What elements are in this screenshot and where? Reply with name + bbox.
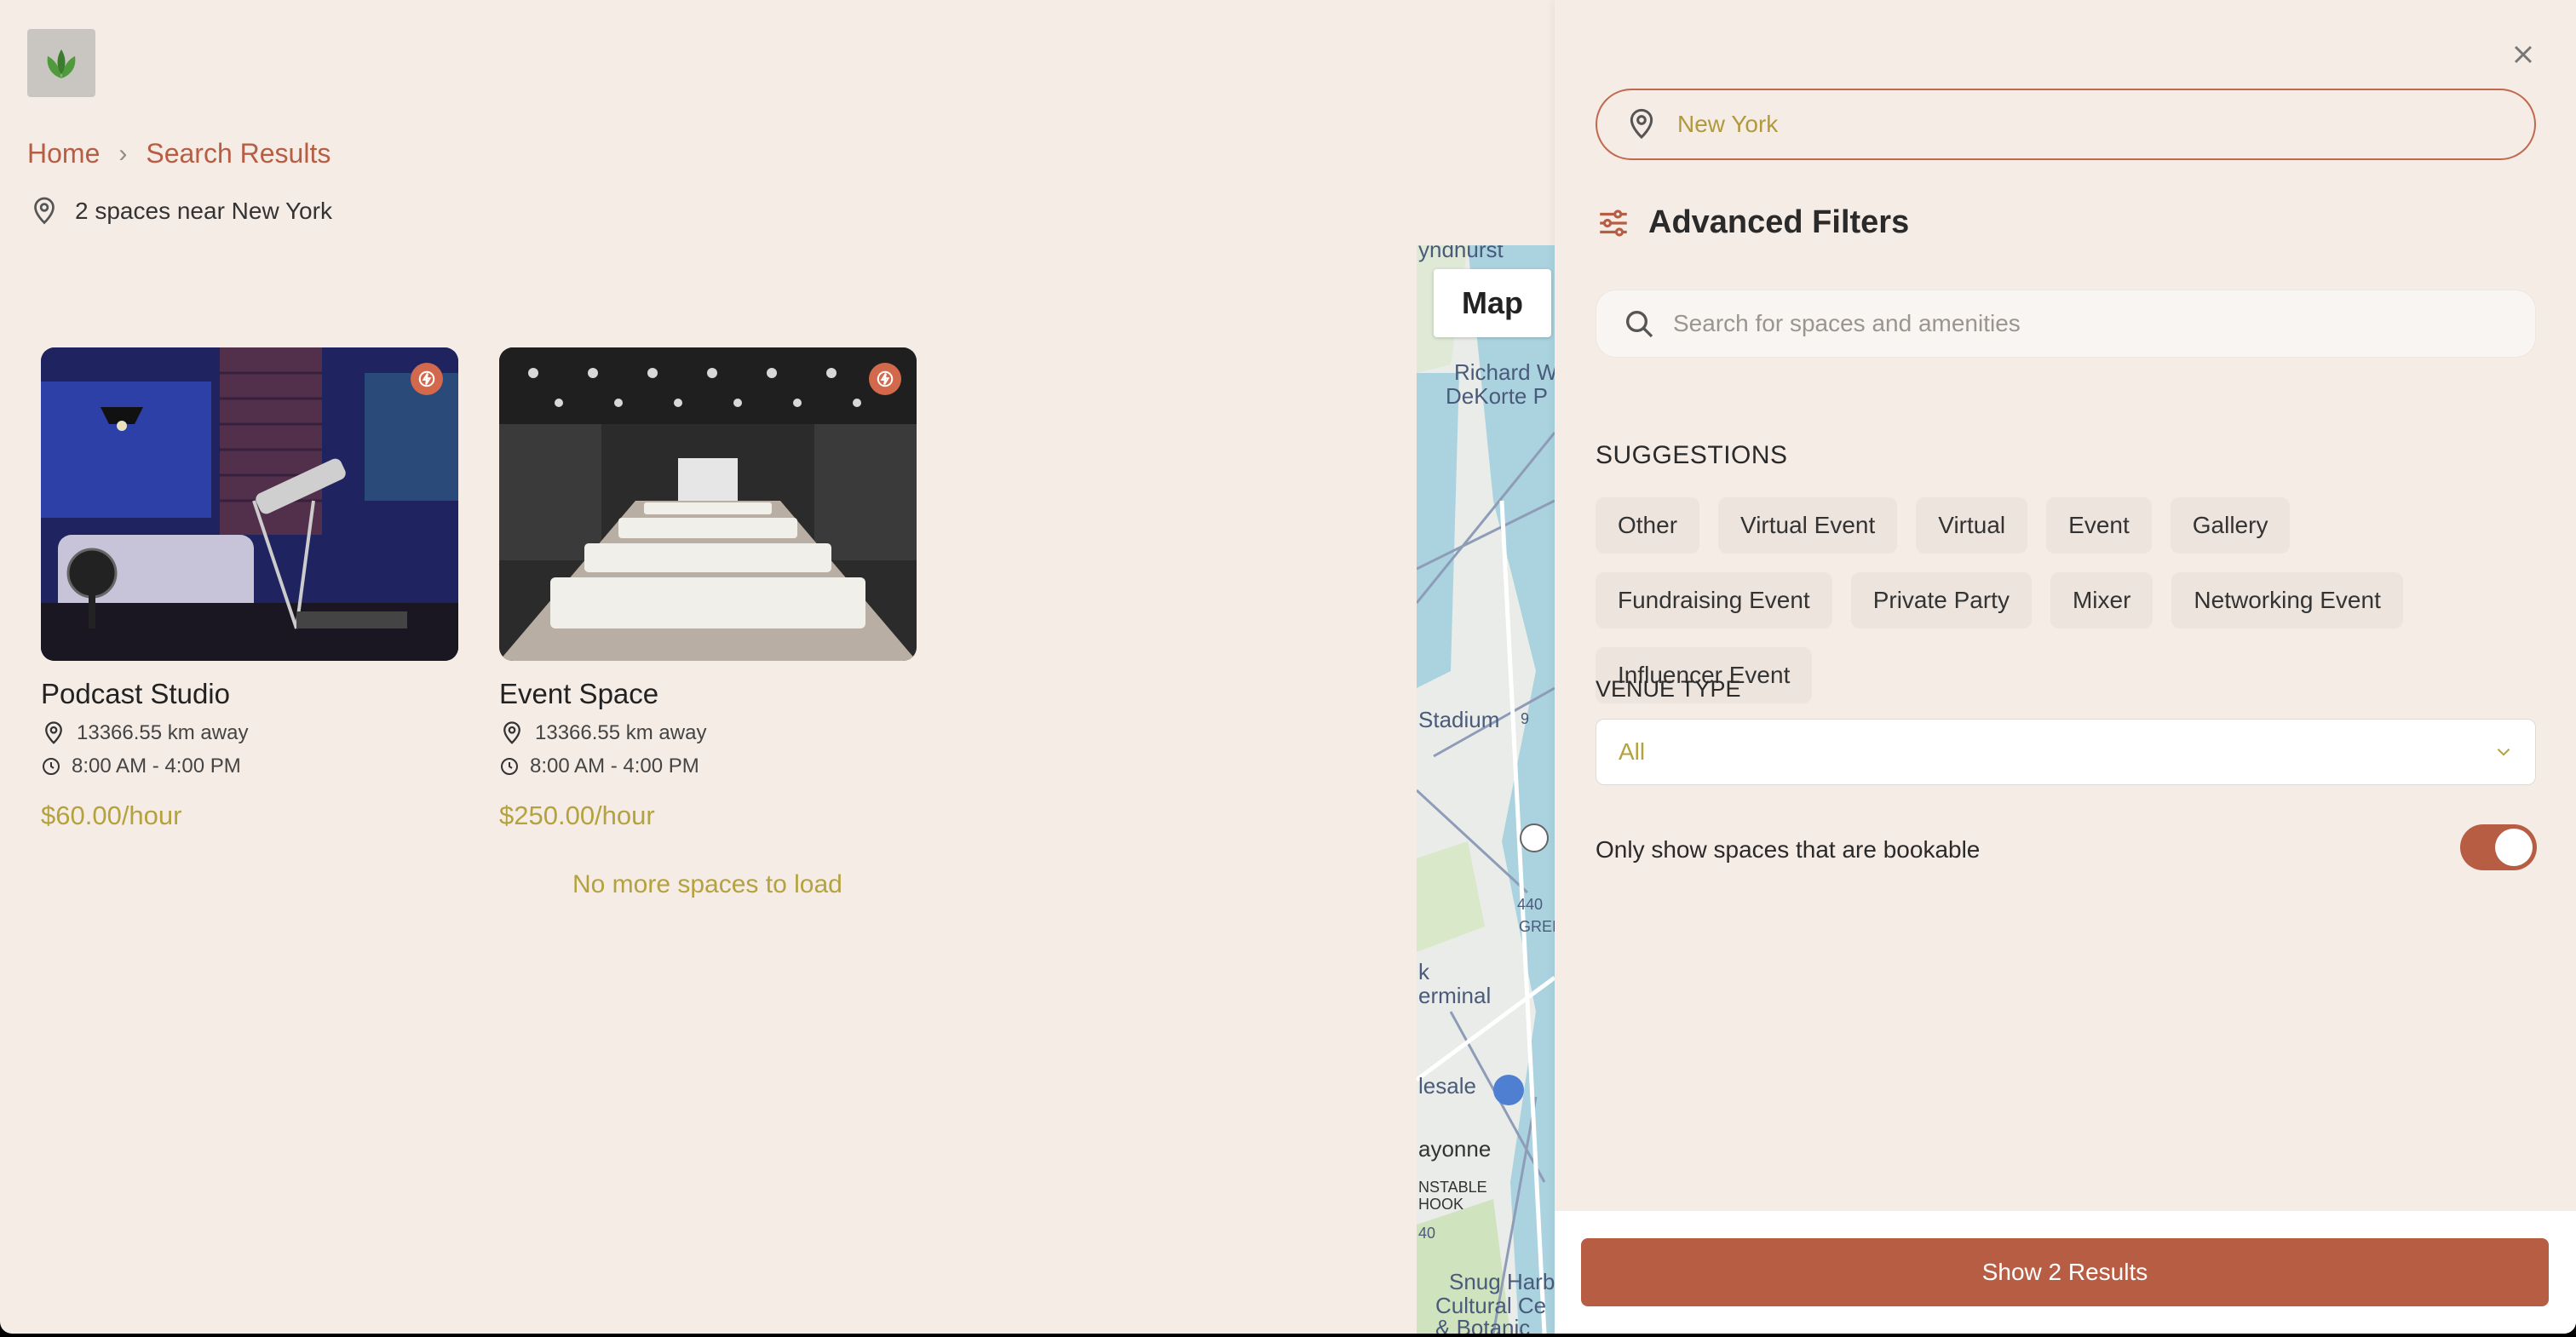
map-label: Snug Harb [1449, 1269, 1555, 1294]
map-canvas: yndhurst Richard W DeKorte P Stadium 9 4… [1417, 245, 1555, 1334]
suggestion-chip[interactable]: Other [1596, 497, 1700, 554]
instant-book-icon [411, 363, 443, 395]
space-price: $60.00/hour [41, 800, 182, 830]
space-hours: 8:00 AM - 4:00 PM [41, 755, 458, 778]
map-label: DeKorte P [1446, 383, 1548, 409]
toggle-knob [2495, 829, 2533, 866]
logo[interactable] [27, 29, 95, 97]
space-title[interactable]: Podcast Studio [41, 678, 458, 710]
results-summary: 2 spaces near New York [29, 196, 332, 227]
suggestion-chip[interactable]: Gallery [2170, 497, 2291, 554]
chevron-right-icon: › [118, 139, 128, 168]
location-pin-icon [1630, 108, 1653, 140]
sliders-icon [1600, 209, 1627, 237]
map-label: 40 [1418, 1225, 1435, 1242]
space-card[interactable]: Event Space 13366.55 km away 8:00 AM - 4… [499, 347, 917, 831]
suggestion-chip[interactable]: Fundraising Event [1596, 572, 1832, 628]
space-title[interactable]: Event Space [499, 678, 917, 710]
venue-type-select[interactable]: All [1596, 719, 2536, 785]
filters-panel: New York Advanced Filters Search for spa… [1555, 0, 2576, 1334]
space-hours: 8:00 AM - 4:00 PM [499, 755, 917, 778]
search-placeholder: Search for spaces and amenities [1673, 310, 2021, 336]
map-label: Stadium [1418, 707, 1499, 732]
map-label: NSTABLE [1418, 1179, 1487, 1196]
map-label: 9 [1521, 710, 1529, 727]
space-distance-text: 13366.55 km away [77, 721, 249, 744]
map-label: ayonne [1418, 1136, 1491, 1162]
clock-icon [43, 758, 60, 775]
venue-type-heading: VENUE TYPE [1596, 676, 1741, 702]
panel-footer: Show 2 Results [1555, 1211, 2576, 1334]
map-view[interactable]: yndhurst Richard W DeKorte P Stadium 9 4… [1417, 245, 1555, 1334]
location-pin-icon [34, 197, 55, 225]
suggestions-heading: SUGGESTIONS [1596, 441, 1788, 469]
results-summary-text: 2 spaces near New York [75, 198, 332, 224]
advanced-filters-heading: Advanced Filters [1596, 204, 1909, 241]
leaf-logo-icon [47, 49, 76, 78]
suggestion-chips: Other Virtual Event Virtual Event Galler… [1596, 497, 2541, 703]
map-label: lesale [1418, 1073, 1476, 1099]
space-hours-text: 8:00 AM - 4:00 PM [72, 755, 241, 778]
suggestion-chip[interactable]: Networking Event [2171, 572, 2403, 628]
instant-book-icon [869, 363, 901, 395]
location-pin-icon [503, 721, 520, 744]
breadcrumb: Home › Search Results [27, 138, 331, 169]
advanced-filters-title: Advanced Filters [1648, 204, 1910, 240]
map-label: erminal [1418, 983, 1491, 1008]
map-label: 440 [1517, 896, 1543, 913]
breadcrumb-current[interactable]: Search Results [146, 138, 331, 169]
amenities-search-input[interactable]: Search for spaces and amenities [1596, 290, 2536, 358]
suggestion-chip[interactable]: Virtual Event [1718, 497, 1898, 554]
location-pin-icon [45, 721, 62, 744]
clock-icon [501, 758, 518, 775]
space-distance: 13366.55 km away [41, 720, 458, 746]
space-photo[interactable] [41, 347, 458, 661]
space-card[interactable]: Podcast Studio 13366.55 km away 8:00 AM … [41, 347, 458, 831]
map-label: k [1418, 959, 1430, 984]
suggestion-chip[interactable]: Virtual [1916, 497, 2028, 554]
suggestion-chip[interactable]: Event [2046, 497, 2152, 554]
page: Home › Search Results 2 spaces near New … [0, 0, 2576, 1334]
map-label: GREI [1519, 918, 1555, 935]
map-label: & Botanic [1435, 1315, 1530, 1334]
event-space-illustration [499, 347, 917, 661]
close-icon[interactable] [2508, 39, 2539, 70]
location-input[interactable]: New York [1596, 89, 2536, 160]
bookable-toggle[interactable] [2460, 824, 2537, 870]
space-price: $250.00/hour [499, 800, 655, 830]
location-input-value: New York [1677, 111, 1779, 137]
space-photo[interactable] [499, 347, 917, 661]
map-label: yndhurst [1418, 245, 1504, 262]
chevron-down-icon [2497, 749, 2510, 756]
podcast-studio-illustration [41, 347, 458, 661]
search-icon [1626, 311, 1653, 338]
no-more-spaces-text: No more spaces to load [572, 870, 842, 898]
suggestion-chip[interactable]: Mixer [2050, 572, 2153, 628]
space-distance: 13366.55 km away [499, 720, 917, 746]
map-label: Richard W [1454, 359, 1555, 385]
suggestion-chip[interactable]: Private Party [1850, 572, 2032, 628]
space-hours-text: 8:00 AM - 4:00 PM [530, 755, 699, 778]
map-label: HOOK [1418, 1196, 1463, 1213]
space-distance-text: 13366.55 km away [535, 721, 707, 744]
venue-type-value: All [1619, 738, 1646, 765]
show-results-button[interactable]: Show 2 Results [1581, 1238, 2549, 1306]
map-button[interactable]: Map [1434, 269, 1551, 337]
bookable-label: Only show spaces that are bookable [1596, 836, 1981, 863]
breadcrumb-home[interactable]: Home [27, 138, 100, 169]
